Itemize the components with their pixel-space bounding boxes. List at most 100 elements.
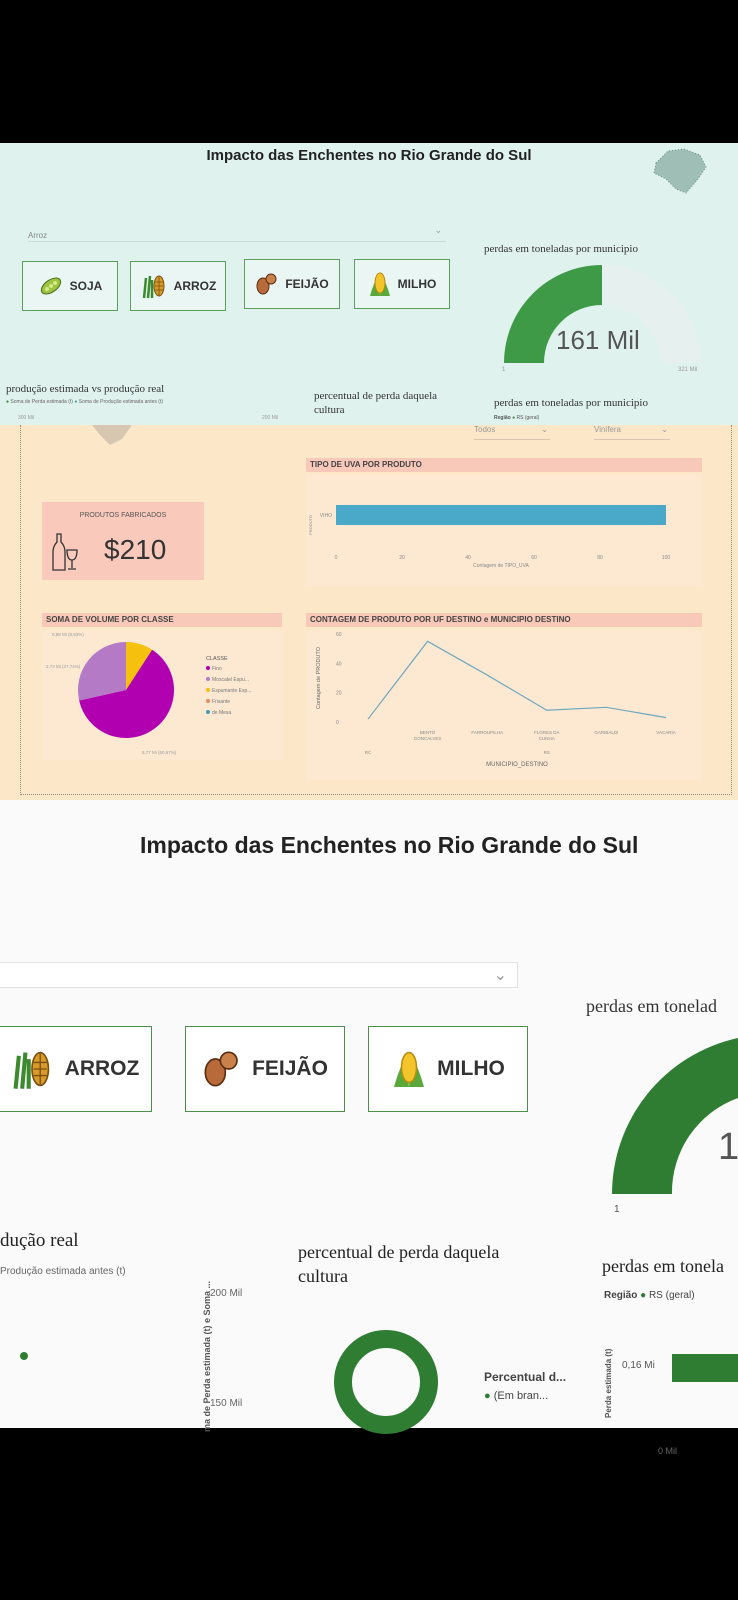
milho-button[interactable]: MILHO [354,259,450,309]
scatter-point [20,1352,28,1360]
line-ytick: 40 [336,661,342,667]
line-ytick: 0 [336,720,339,726]
line-xgroup: RS [544,750,550,755]
gauge-max: 321 Mil [678,367,698,373]
arroz-button[interactable]: ARROZ [130,261,226,311]
line-ylabel: Contagem de PRODUTO [316,646,322,709]
loss-bar [672,1354,738,1382]
pct-legend-title: Percentual d... [484,1370,567,1384]
pie-legend-dot [206,677,210,681]
pie-legend-dot [206,699,210,703]
gauge-min-zoomed: 1 [614,1204,620,1215]
arroz-label: ARROZ [173,279,217,293]
line-chart-header: CONTAGEM DE PRODUTO POR UF DESTINO e MUN… [306,613,702,627]
bar-category-label: VIHO [320,513,332,519]
map-fragment-icon [92,425,132,445]
bean-icon [204,1051,238,1087]
filter-vinifera[interactable]: Vinifera ⌄ [594,425,670,440]
pie-data-label: 2,72 Mi (27,74%) [46,664,81,669]
wine-dashboard: Todos ⌄ Vinifera ⌄ PRODUTOS FABRICADOS $… [0,425,738,800]
chevron-down-icon: ⌄ [493,967,507,984]
prod-legend-zoomed: Produção estimada antes (t) [0,1266,126,1277]
pie-chart-header: SOMA DE VOLUME POR CLASSE [42,613,282,627]
line-xgroup: RC [365,750,372,755]
chevron-down-icon: ⌄ [434,225,442,235]
bar-viho [336,505,666,525]
pct-legend-item-label: (Em bran... [493,1390,549,1402]
pie-legend-item: de Mesa [212,710,231,716]
feijao-button-zoomed[interactable]: FEIJÃO [185,1026,345,1112]
line-ytick: 60 [336,632,342,638]
feijao-button[interactable]: FEIJÃO [244,259,340,309]
line-xtick: VACARIA [656,730,675,735]
gauge-value: 161 Mil [556,325,640,355]
bar-xtick: 100 [662,555,671,561]
line-xtick-part: FLORES DA [534,730,560,735]
filter-vinifera-value: Vinifera [594,425,621,434]
regiao-value: RS (geral) [516,415,540,421]
pie-legend-title: CLASSE [206,656,228,662]
legend-producao: Soma de Produção estimada antes (t) [78,399,163,405]
line-xlabel: MUNICIPIO_DESTINO [486,762,548,768]
line-xtick: GARIBALDI [594,730,618,735]
page-title-zoomed: Impacto das Enchentes no Rio Grande do S… [140,832,639,858]
bar-axis-zero: 0 Mil [658,1446,678,1456]
arroz-button-zoomed[interactable]: ARROZ [0,1026,152,1112]
line-xtick-part: FARROUPILHA [471,730,503,735]
chevron-down-icon: ⌄ [541,425,548,434]
destination-line-chart: 0 20 40 60 BENTO GONCALVES FARROUPILHA FLORES D… [306,630,702,780]
regiao-legend-zoomed: Região ● RS (geral) [604,1290,695,1301]
line-xtick-part: CUNHA [539,736,555,741]
corn-icon [369,272,390,296]
regiao-legend: Região ● RS (geral) [494,415,539,421]
bar-xtick: 0 [335,555,338,561]
produtos-label: PRODUTOS FABRICADOS [79,512,167,519]
loss-gauge-zoomed [612,1038,738,1194]
pct-donut [334,1330,438,1434]
grape-type-bar-chart: VIHO 0 20 40 60 80 100 Contagem de TIPO_UVA PROD… [306,475,702,585]
bar-xlabel: Contagem de TIPO_UVA [473,563,529,569]
bottom-dashboard: Impacto das Enchentes no Rio Grande do S… [0,800,738,1456]
volume-pie-chart: 0,88 Mi (8,93%) 2,72 Mi (27,74%) 5,77 Mi (… [42,630,282,760]
pie-data-label: 0,88 Mi (8,93%) [52,632,84,637]
gauge-value-zoomed: 1 [718,1126,738,1168]
regiao-label: Região [604,1290,638,1301]
line-chart-bg [306,630,702,780]
regiao-dot: ● [640,1290,647,1301]
pie-legend-item: Espumante Esp... [212,688,251,694]
soja-label: SOJA [69,279,103,293]
regiao-value: RS (geral) [648,1290,695,1301]
milho-button-zoomed[interactable]: MILHO [368,1026,528,1112]
bean-icon [256,273,277,295]
filter-todos[interactable]: Todos ⌄ [474,425,550,440]
feijao-label: FEIJÃO [285,277,329,291]
crop-dropdown-zoomed[interactable]: ⌄ [0,962,518,988]
bar-chart-header: TIPO DE UVA POR PRODUTO [306,458,702,472]
line-ytick: 20 [336,691,342,697]
soy-icon [40,277,61,295]
legend-dot-blue: ● [74,399,78,405]
prod-yaxis-label: ma de Perda estimada (t) e Soma ... [202,1280,212,1432]
rice-icon [13,1051,49,1089]
line-xtick-part: VACARIA [656,730,675,735]
regiao-dot: ● [512,415,516,421]
pie-legend-item: Moscatel Espu... [212,677,249,683]
perdas-title-zoomed: perdas em tonela [602,1256,724,1276]
pct-legend-item: ● (Em bran... [484,1390,548,1402]
prod-title-zoomed: dução real [0,1230,79,1251]
bar-xtick: 60 [531,555,537,561]
soja-button[interactable]: SOJA [22,261,118,311]
pie-legend-item: Fino [212,666,222,672]
legend-perda: Soma de Perda estimada (t) [10,399,73,405]
milho-label: MILHO [397,277,437,291]
line-xtick-part: GONCALVES [414,736,442,741]
crop-dropdown[interactable]: Arroz ⌄ [28,225,446,242]
bar-ylabel: PRODUTO [308,515,313,535]
gauge-min: 1 [502,367,506,373]
prod-axis-right: 200 Mil [262,415,279,421]
legend-producao-zoomed: Produção estimada antes (t) [0,1266,126,1277]
line-xtick: FARROUPILHA [471,730,503,735]
pct-title-zoomed: percentual de perda daquela cultura [298,1242,500,1286]
prod-legend: ● Soma de Perda estimada (t) ● Soma de P… [6,399,163,405]
prod-axis-left: 300 Mil [18,415,35,421]
